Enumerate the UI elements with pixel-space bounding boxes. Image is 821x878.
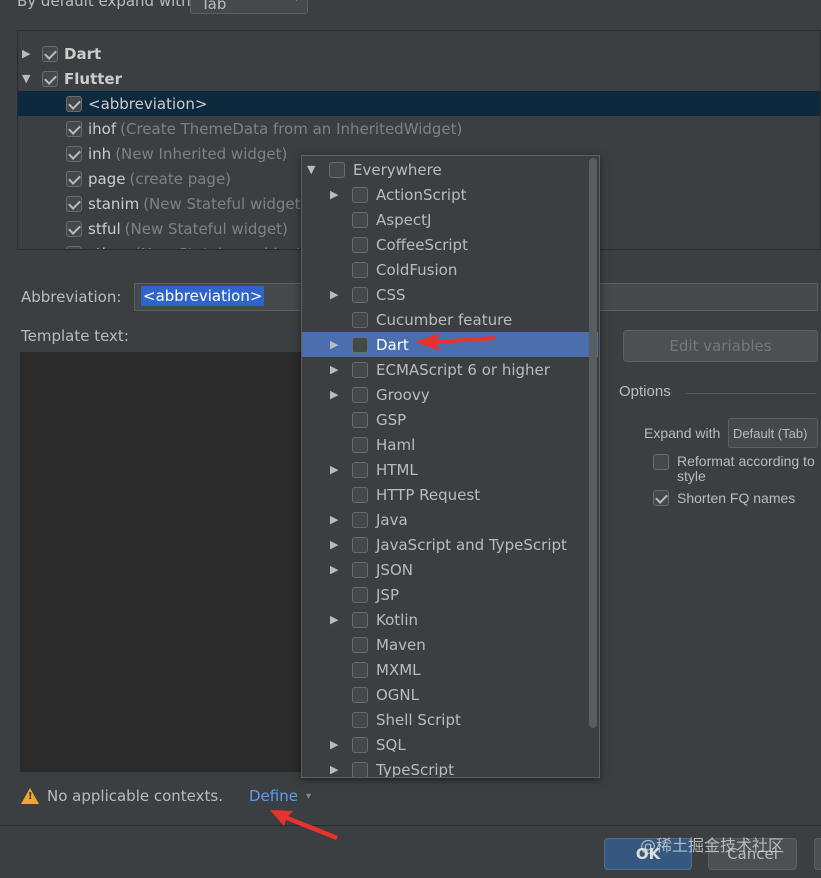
- arrow-to-define: [270, 810, 338, 840]
- arrow-to-dart: [415, 333, 495, 351]
- annotation-arrows: [270, 333, 495, 840]
